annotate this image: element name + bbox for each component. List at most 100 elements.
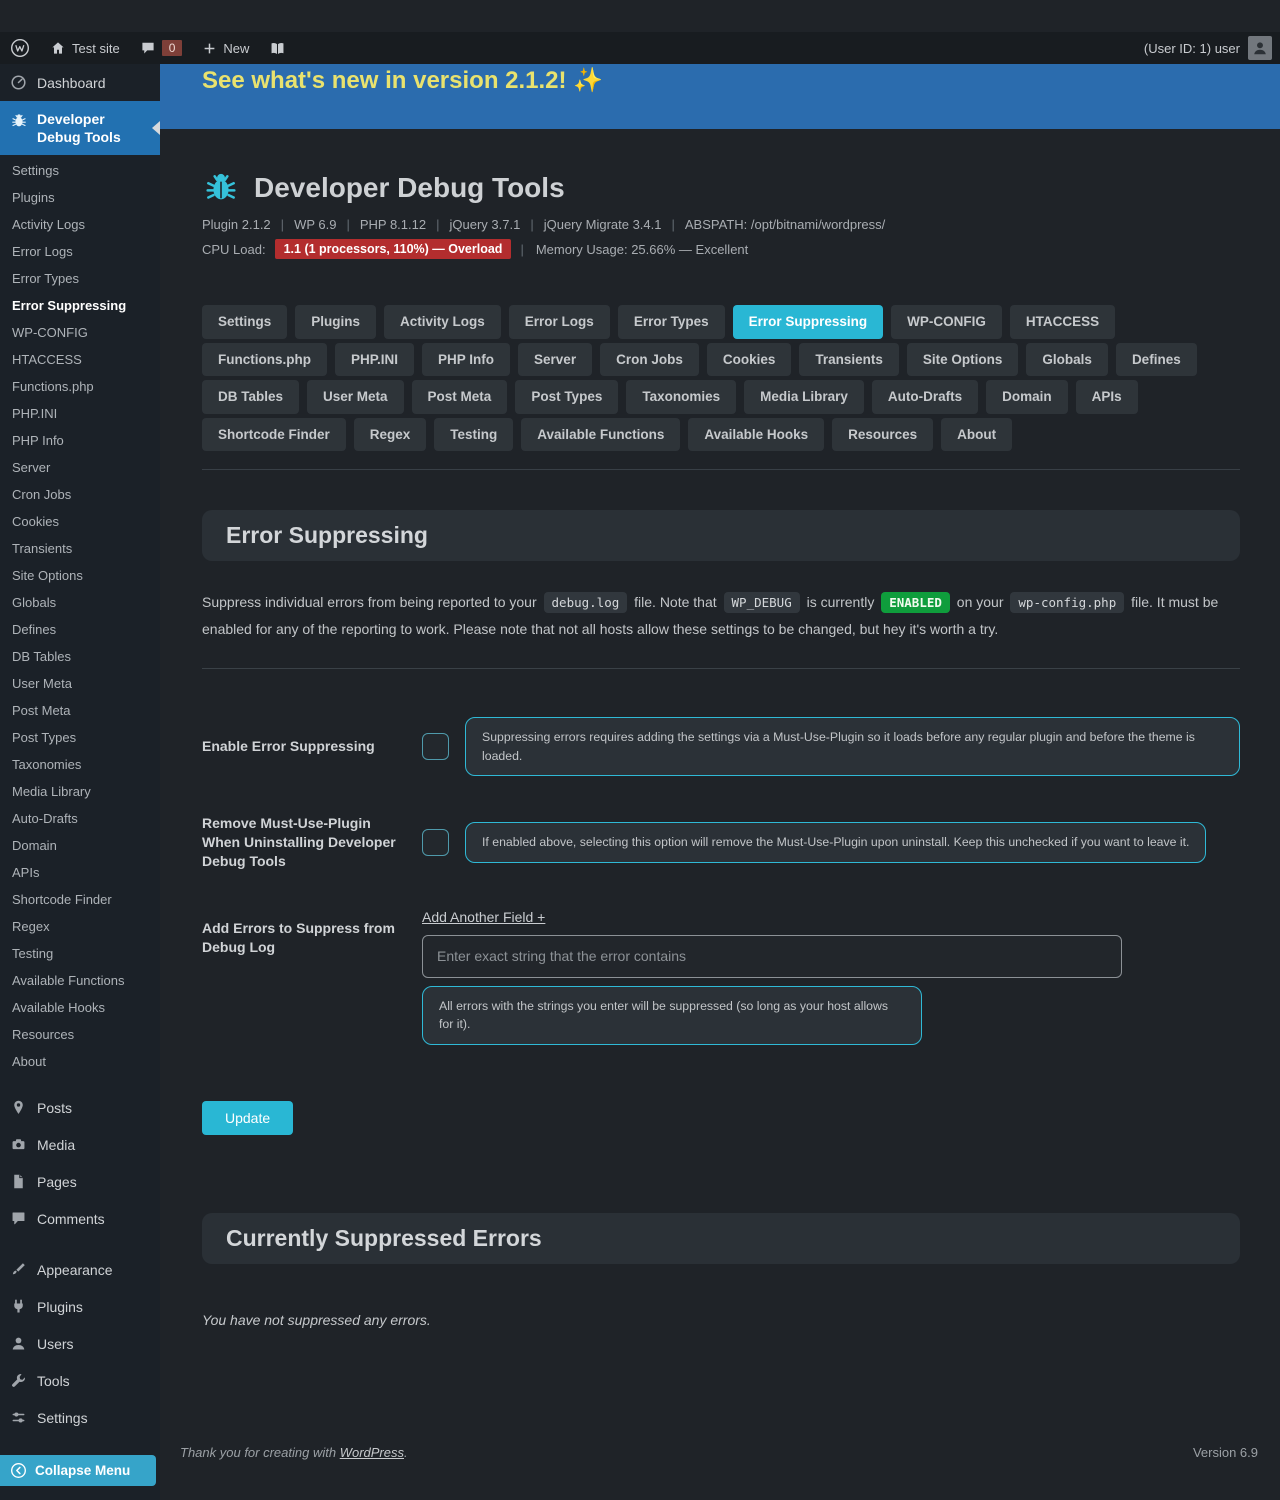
sidebar-subitem[interactable]: Regex	[0, 913, 160, 940]
sidebar-subitem[interactable]: Auto-Drafts	[0, 805, 160, 832]
sidebar-subitem[interactable]: DB Tables	[0, 643, 160, 670]
tab[interactable]: Error Logs	[509, 305, 610, 339]
sidebar-subitem[interactable]: Available Functions	[0, 967, 160, 994]
tab[interactable]: Shortcode Finder	[202, 418, 346, 452]
comments-indicator[interactable]: 0	[130, 32, 193, 64]
tab[interactable]: PHP.INI	[335, 343, 414, 377]
tab[interactable]: Auto-Drafts	[872, 380, 978, 414]
tab[interactable]: Functions.php	[202, 343, 327, 377]
sidebar-subitem[interactable]: Post Types	[0, 724, 160, 751]
tab[interactable]: Cookies	[707, 343, 792, 377]
sidebar-subitem[interactable]: Transients	[0, 535, 160, 562]
sidebar-item-pages[interactable]: Pages	[0, 1163, 160, 1200]
sidebar-item-settings[interactable]: Settings	[0, 1399, 160, 1436]
sidebar-item-comments[interactable]: Comments	[0, 1200, 160, 1237]
wordpress-link[interactable]: WordPress	[340, 1445, 404, 1460]
tab[interactable]: Media Library	[744, 380, 864, 414]
sidebar-subitem[interactable]: Available Hooks	[0, 994, 160, 1021]
tab[interactable]: HTACCESS	[1010, 305, 1115, 339]
sidebar-subitem[interactable]: About	[0, 1048, 160, 1075]
sidebar-subitem[interactable]: PHP Info	[0, 427, 160, 454]
book-icon	[269, 40, 286, 57]
tab[interactable]: Site Options	[907, 343, 1019, 377]
update-button[interactable]: Update	[202, 1101, 293, 1135]
sidebar-subitem[interactable]: Error Logs	[0, 238, 160, 265]
wp-logo-icon[interactable]	[0, 32, 40, 64]
tab[interactable]: User Meta	[307, 380, 404, 414]
form-row-enable: Enable Error Suppressing Suppressing err…	[202, 717, 1240, 776]
intro-text: is currently	[807, 594, 875, 610]
sidebar-subitem[interactable]: Functions.php	[0, 373, 160, 400]
system-status-line: CPU Load: 1.1 (1 processors, 110%) — Ove…	[202, 239, 1240, 259]
home-icon	[50, 40, 66, 56]
tab[interactable]: DB Tables	[202, 380, 299, 414]
sidebar-subitem[interactable]: APIs	[0, 859, 160, 886]
tab[interactable]: PHP Info	[422, 343, 510, 377]
tab[interactable]: Defines	[1116, 343, 1197, 377]
sidebar-subitem[interactable]: Cron Jobs	[0, 481, 160, 508]
sidebar-subitem[interactable]: Activity Logs	[0, 211, 160, 238]
add-another-field-link[interactable]: Add Another Field +	[422, 909, 545, 925]
sidebar-subitem[interactable]: Plugins	[0, 184, 160, 211]
sidebar-item-plugins[interactable]: Plugins	[0, 1288, 160, 1325]
tab[interactable]: Server	[518, 343, 592, 377]
sidebar-subitem[interactable]: Media Library	[0, 778, 160, 805]
sidebar-subitem[interactable]: Globals	[0, 589, 160, 616]
sidebar-subitem[interactable]: Shortcode Finder	[0, 886, 160, 913]
tab[interactable]: Regex	[354, 418, 427, 452]
sidebar-item-tools[interactable]: Tools	[0, 1362, 160, 1399]
section-title: Error Suppressing	[226, 522, 1216, 549]
sidebar-item-label: Media	[37, 1137, 75, 1153]
sidebar-subitem[interactable]: Domain	[0, 832, 160, 859]
sidebar-subitem[interactable]: Error Suppressing	[0, 292, 160, 319]
tab[interactable]: Settings	[202, 305, 287, 339]
sidebar-subitem[interactable]: Server	[0, 454, 160, 481]
tab[interactable]: APIs	[1076, 380, 1138, 414]
tab[interactable]: Error Suppressing	[733, 305, 884, 339]
tab[interactable]: Cron Jobs	[600, 343, 699, 377]
tab[interactable]: Post Meta	[412, 380, 508, 414]
sidebar-item-media[interactable]: Media	[0, 1126, 160, 1163]
tab[interactable]: Available Functions	[521, 418, 680, 452]
tab[interactable]: Domain	[986, 380, 1068, 414]
sidebar-subitem[interactable]: Settings	[0, 157, 160, 184]
remove-mu-plugin-checkbox[interactable]	[422, 829, 449, 856]
enable-suppressing-checkbox[interactable]	[422, 733, 449, 760]
sidebar-subitem[interactable]: Taxonomies	[0, 751, 160, 778]
tab[interactable]: Available Hooks	[688, 418, 824, 452]
sidebar-subitem[interactable]: Site Options	[0, 562, 160, 589]
sidebar-item-developer-debug-tools[interactable]: Developer Debug Tools	[0, 101, 160, 155]
tab[interactable]: About	[941, 418, 1012, 452]
tab[interactable]: Error Types	[618, 305, 725, 339]
tab[interactable]: Plugins	[295, 305, 376, 339]
sidebar-subitem[interactable]: Error Types	[0, 265, 160, 292]
tab[interactable]: Transients	[799, 343, 899, 377]
new-content-button[interactable]: New	[192, 32, 259, 64]
tab[interactable]: WP-CONFIG	[891, 305, 1002, 339]
plugin-header: Developer Debug Tools	[202, 169, 1240, 207]
sidebar-subitem[interactable]: Resources	[0, 1021, 160, 1048]
sidebar-subitem[interactable]: PHP.INI	[0, 400, 160, 427]
sidebar-subitem[interactable]: Defines	[0, 616, 160, 643]
sidebar-item-posts[interactable]: Posts	[0, 1089, 160, 1126]
tab[interactable]: Globals	[1026, 343, 1108, 377]
sidebar-subitem[interactable]: HTACCESS	[0, 346, 160, 373]
account-label[interactable]: (User ID: 1) user	[1144, 41, 1240, 56]
tab[interactable]: Post Types	[515, 380, 618, 414]
tab[interactable]: Resources	[832, 418, 933, 452]
collapse-menu-button[interactable]: Collapse Menu	[0, 1455, 156, 1486]
sidebar-subitem[interactable]: WP-CONFIG	[0, 319, 160, 346]
ddt-adminbar-button[interactable]	[259, 32, 296, 64]
tab[interactable]: Taxonomies	[626, 380, 736, 414]
sidebar-subitem[interactable]: Testing	[0, 940, 160, 967]
tab[interactable]: Activity Logs	[384, 305, 501, 339]
sidebar-subitem[interactable]: Cookies	[0, 508, 160, 535]
sidebar-subitem[interactable]: Post Meta	[0, 697, 160, 724]
sidebar-item-users[interactable]: Users	[0, 1325, 160, 1362]
sidebar-item-dashboard[interactable]: Dashboard	[0, 64, 160, 101]
tab[interactable]: Testing	[434, 418, 513, 452]
sidebar-item-appearance[interactable]: Appearance	[0, 1251, 160, 1288]
sidebar-subitem[interactable]: User Meta	[0, 670, 160, 697]
error-string-input[interactable]	[422, 935, 1122, 978]
site-name-link[interactable]: Test site	[40, 32, 130, 64]
